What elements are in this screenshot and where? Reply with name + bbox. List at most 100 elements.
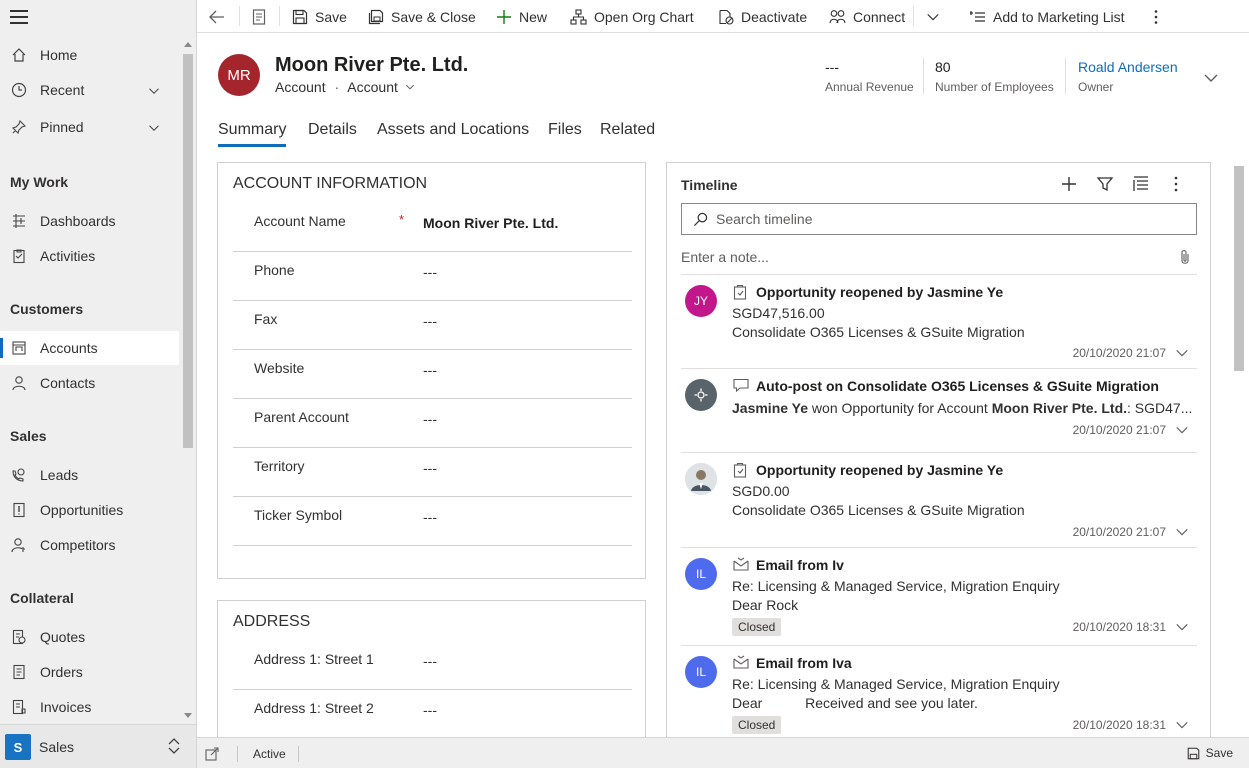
tab-files[interactable]: Files [548,121,582,139]
phone-person-icon [10,466,28,484]
open-in-new-window-icon[interactable] [205,747,219,761]
section-title: ACCOUNT INFORMATION [233,175,428,192]
timeline-item[interactable]: IL Email from Iva Re: Licensing & Manage… [681,646,1197,737]
timeline-item[interactable]: IL Email from Iv Re: Licensing & Managed… [681,548,1197,646]
filter-icon[interactable] [1096,175,1114,193]
status-bar: Active Save [197,737,1249,768]
expand-chevron-icon[interactable] [1175,346,1189,360]
expand-chevron-icon[interactable] [1175,620,1189,634]
field-fax: Fax --- [233,301,632,350]
form-selector[interactable]: Account [347,79,414,95]
tab-assets-and-locations[interactable]: Assets and Locations [377,121,529,139]
tab-summary[interactable]: Summary [218,121,287,147]
attachment-paperclip-icon[interactable] [1179,249,1191,266]
save-button[interactable]: Save [292,0,347,33]
tab-details[interactable]: Details [308,121,357,139]
field-label: Ticker Symbol [254,507,343,523]
new-button[interactable]: New [496,0,547,33]
search-timeline-input[interactable]: Search timeline [681,203,1197,235]
photo-avatar [685,463,717,495]
deactivate-label: Deactivate [741,8,808,25]
tab-related[interactable]: Related [600,121,655,139]
search-placeholder: Search timeline [716,211,813,227]
save-close-icon [368,9,384,24]
sidebar-item-leads[interactable]: Leads [0,458,179,492]
more-vertical-icon[interactable] [1173,175,1179,193]
scroll-thumb[interactable] [183,54,193,448]
hamburger-menu-icon[interactable] [10,10,28,24]
back-arrow-icon [209,10,224,23]
chevron-down-icon [927,13,939,20]
scroll-down-icon[interactable] [184,713,192,718]
sidebar-item-contacts[interactable]: Contacts [0,366,179,400]
connect-button[interactable]: Connect [829,0,905,33]
status-save-button[interactable]: Save [1187,746,1233,760]
owner-link[interactable]: Roald Andersen [1078,59,1178,75]
dashboard-icon [10,212,28,230]
sidebar-item-competitors[interactable]: Competitors [0,528,179,562]
timeline-item[interactable]: JY Opportunity reopened by Jasmine Ye SG… [681,275,1197,369]
expand-chevron-icon[interactable] [1175,423,1189,437]
scroll-thumb[interactable] [1234,166,1244,371]
sidebar-item-pinned[interactable]: Pinned [0,110,179,144]
note-input[interactable]: Enter a note... [681,249,1197,275]
sort-list-icon[interactable] [1132,175,1150,193]
street-2-input[interactable]: --- [423,702,437,718]
scroll-up-icon[interactable] [184,42,192,47]
field-label: Parent Account [254,409,349,425]
status-badge: Closed [732,618,782,636]
address-section: ADDRESS Address 1: Street 1 --- Address … [217,600,646,737]
area-switcher[interactable]: S Sales [0,724,196,768]
sidebar-item-activities[interactable]: Activities [0,239,179,273]
fax-input[interactable]: --- [423,313,437,329]
chevron-down-icon[interactable] [148,122,160,134]
sidebar-item-recent[interactable]: Recent [0,73,179,107]
expand-chevron-icon[interactable] [1175,525,1189,539]
sidebar-item-invoices[interactable]: Invoices [0,690,179,722]
back-button[interactable] [208,0,233,33]
deactivate-icon [719,9,734,25]
chevron-up-down-icon[interactable] [167,736,181,756]
ticker-symbol-input[interactable]: --- [423,509,437,525]
open-org-chart-button[interactable]: Open Org Chart [570,0,694,33]
area-label: Sales [39,739,75,755]
parent-account-lookup[interactable]: --- [423,411,437,427]
phone-input[interactable]: --- [423,264,437,280]
opportunity-icon [733,462,747,478]
website-input[interactable]: --- [423,362,437,378]
save-label: Save [315,8,347,25]
form-view-button[interactable] [252,0,273,33]
expand-header-chevron-icon[interactable] [1203,70,1219,86]
sidebar-item-home[interactable]: Home [0,38,179,72]
deactivate-button[interactable]: Deactivate [718,0,807,33]
sidebar-item-dashboards[interactable]: Dashboards [0,204,179,238]
timeline-item-line: SGD0.00 [732,483,790,499]
add-to-marketing-list-button[interactable]: Add to Marketing List [970,0,1125,33]
avatar: IL [685,558,717,590]
sidebar-item-label: Home [40,47,78,63]
sidebar-item-label: Dashboards [40,213,116,229]
sidebar-scrollbar[interactable] [181,36,195,722]
sidebar-item-quotes[interactable]: Quotes [0,620,179,654]
street-1-input[interactable]: --- [423,653,437,669]
save-close-button[interactable]: Save & Close [368,0,476,33]
sidebar-item-orders[interactable]: Orders [0,655,179,689]
more-commands-button[interactable] [1153,0,1166,33]
timeline-item[interactable]: Auto-post on Consolidate O365 Licenses &… [681,369,1197,453]
timeline-item-date: 20/10/2020 21:07 [1072,346,1166,360]
add-plus-icon[interactable] [1060,175,1078,193]
connect-dropdown-button[interactable] [926,0,947,33]
territory-lookup[interactable]: --- [423,460,437,476]
timeline-item[interactable]: Opportunity reopened by Jasmine Ye SGD0.… [681,453,1197,548]
sidebar-item-accounts[interactable]: Accounts [0,331,179,365]
opportunity-icon [733,284,747,300]
employees-value: 80 [935,59,951,75]
alert-document-icon [10,501,28,519]
sidebar-item-opportunities[interactable]: Opportunities [0,493,179,527]
sidebar-item-label: Competitors [40,537,116,553]
chevron-down-icon[interactable] [148,85,160,97]
form-body: ACCOUNT INFORMATION Account Name * Moon … [197,152,1233,737]
page-scrollbar[interactable] [1231,152,1247,737]
expand-chevron-icon[interactable] [1175,718,1189,732]
account-name-input[interactable]: Moon River Pte. Ltd. [423,215,558,231]
